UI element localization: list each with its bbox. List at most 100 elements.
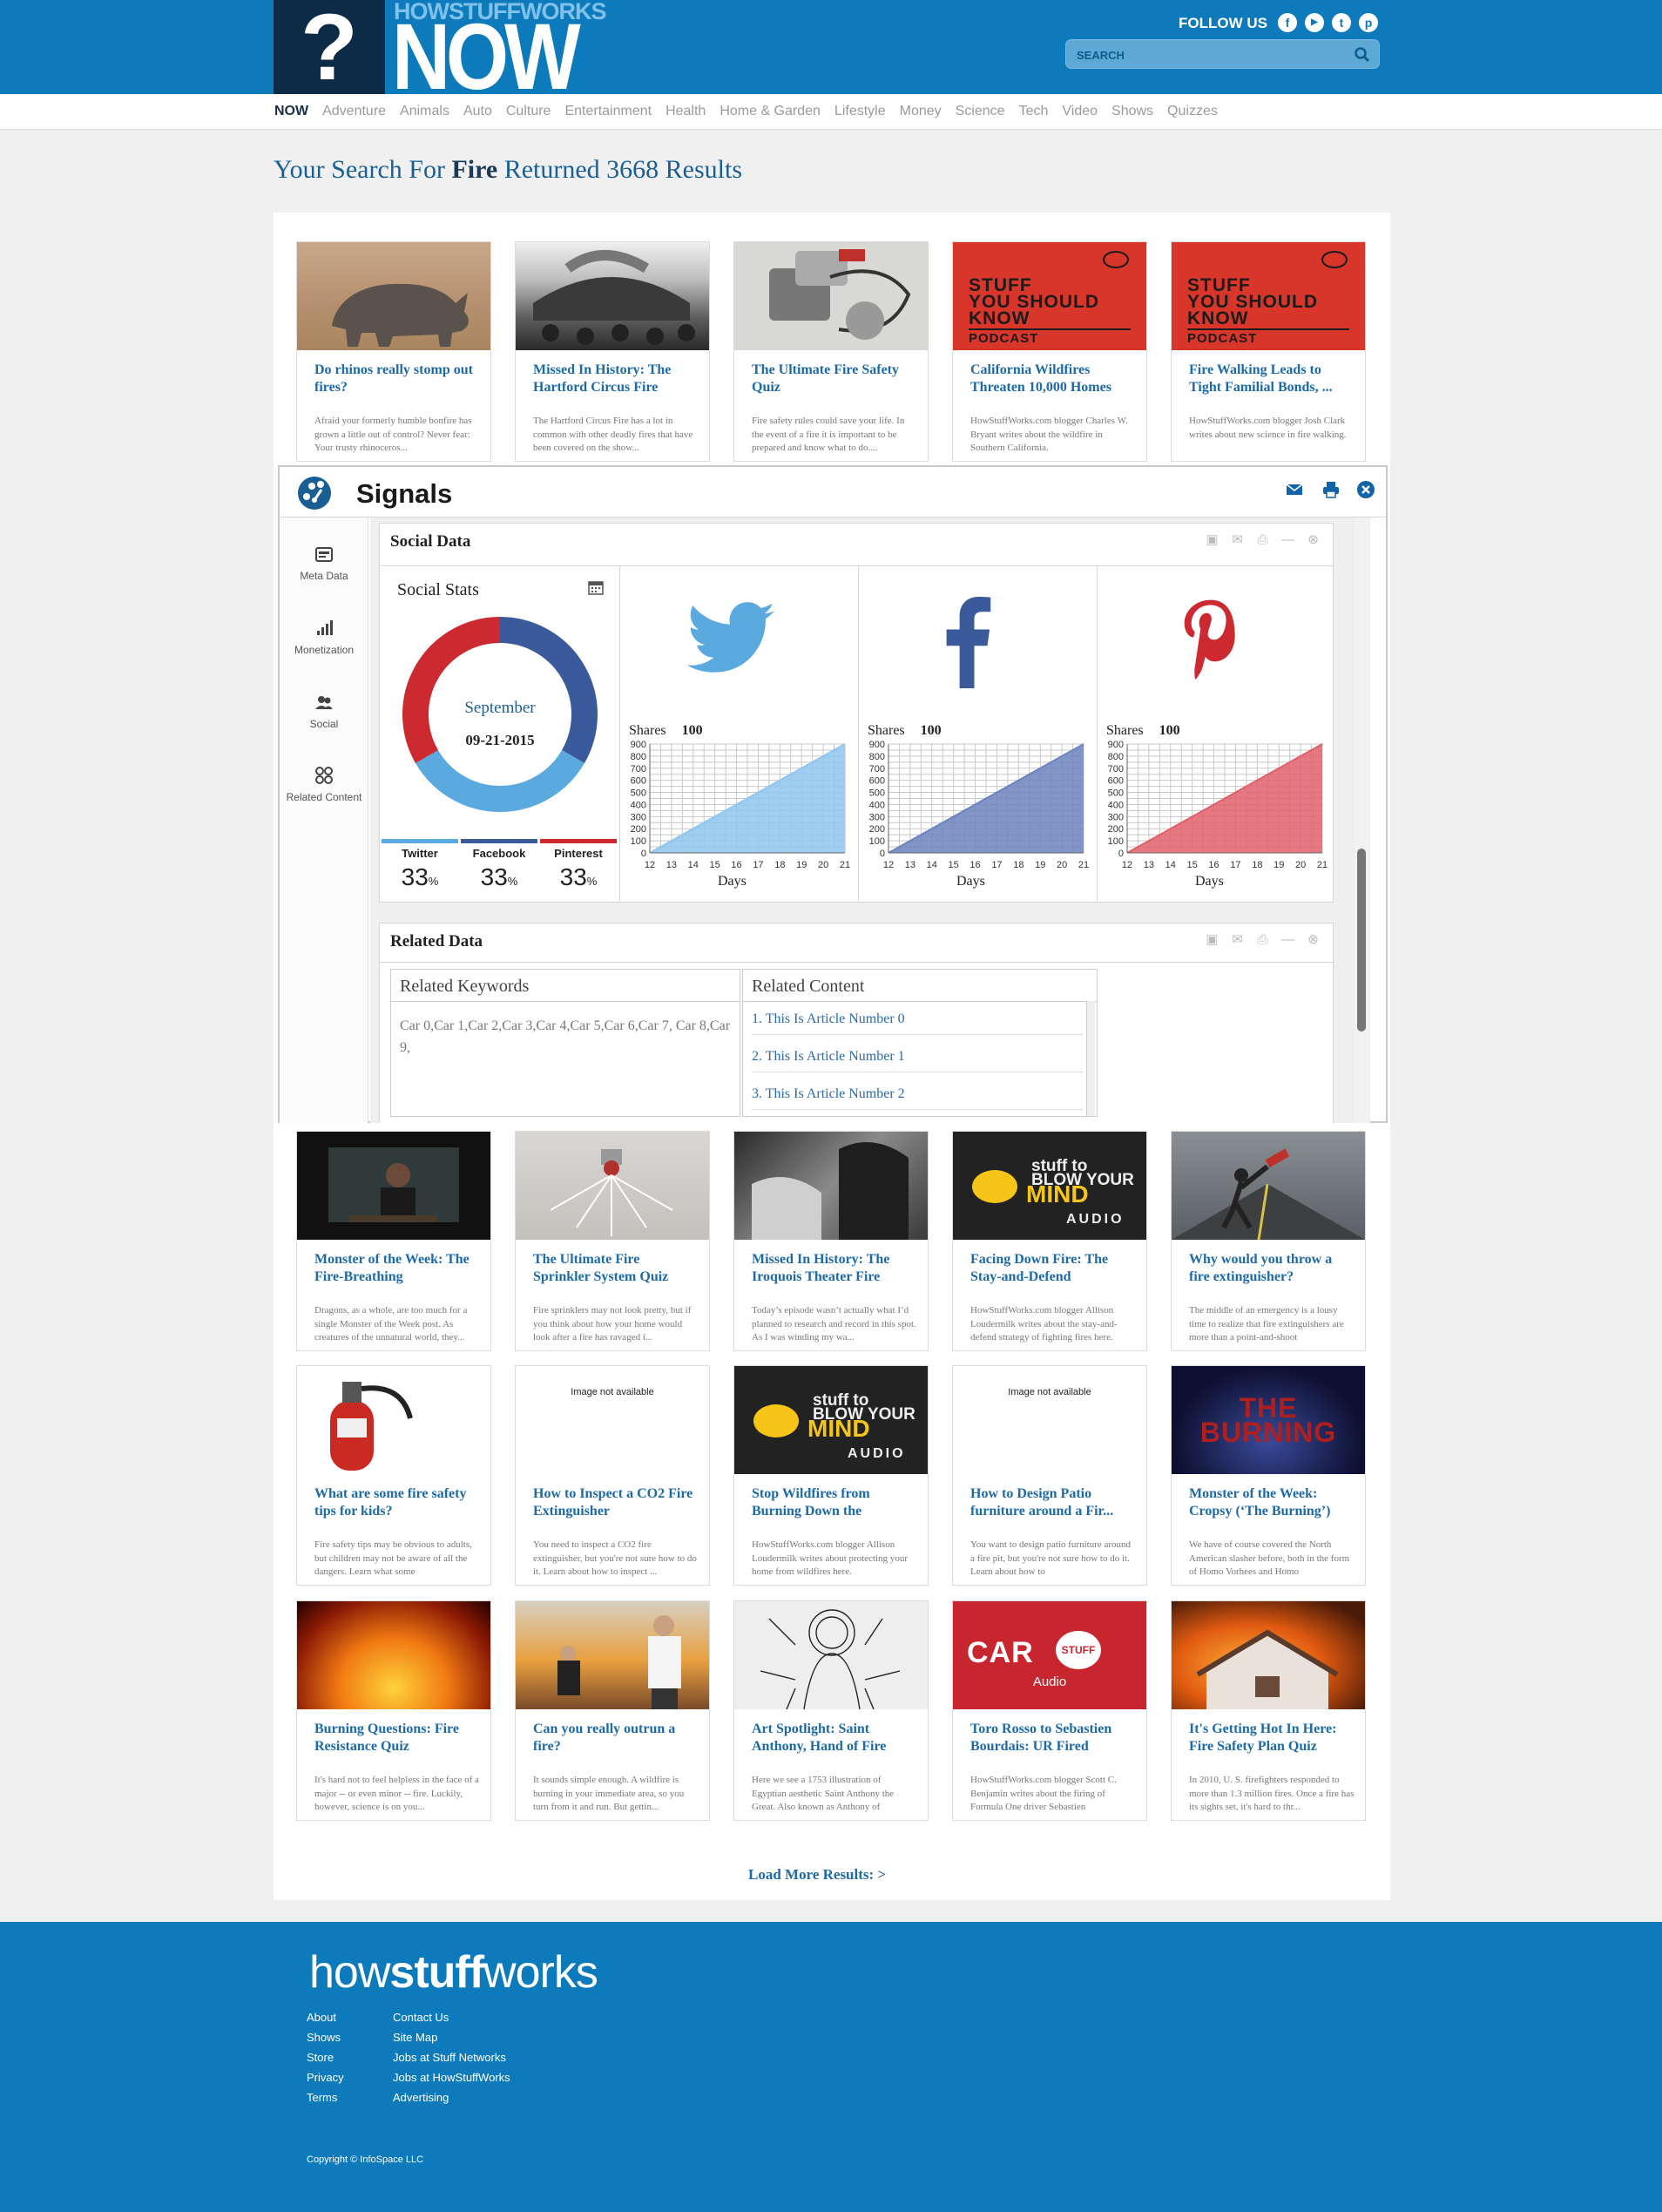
card-title[interactable]: How to Inspect a CO2 Fire Extinguisher [533,1485,699,1520]
card-title[interactable]: How to Design Patio furniture around a F… [970,1485,1136,1520]
logo-question-mark[interactable]: ? [274,0,385,94]
result-card[interactable]: Image not available How to Inspect a CO2… [515,1365,710,1586]
nav-item-home-garden[interactable]: Home & Garden [720,104,821,119]
save-icon[interactable]: ▣ [1205,532,1219,547]
nav-item-shows[interactable]: Shows [1111,104,1153,119]
footer-link-site-map[interactable]: Site Map [393,2031,437,2044]
card-title[interactable]: Monster of the Week: Cropsy (‘The Burnin… [1189,1485,1355,1520]
nav-item-health[interactable]: Health [665,104,706,119]
card-title[interactable]: What are some fire safety tips for kids? [314,1485,480,1520]
result-card[interactable]: Burning Questions: Fire Resistance Quiz … [296,1600,491,1821]
result-card[interactable]: Monster of the Week: The Fire-Breathing … [296,1131,491,1351]
card-title[interactable]: Burning Questions: Fire Resistance Quiz [314,1721,480,1755]
result-card[interactable]: Why would you throw a fire extinguisher?… [1171,1131,1366,1351]
footer-link-privacy[interactable]: Privacy [307,2071,344,2084]
sidebar-item-monetization[interactable]: Monetization [280,618,368,656]
result-card[interactable]: stuff to BLOW YOUR MIND AUDIO Facing Down… [952,1131,1147,1351]
youtube-icon[interactable]: ▶ [1305,13,1324,32]
print-icon[interactable]: ⎙ [1255,932,1270,947]
card-title[interactable]: The Ultimate Fire Safety Quiz [752,362,917,396]
result-card[interactable]: It's Getting Hot In Here: Fire Safety Pl… [1171,1600,1366,1821]
nav-item-auto[interactable]: Auto [463,104,492,119]
nav-item-culture[interactable]: Culture [506,104,551,119]
nav-item-video[interactable]: Video [1062,104,1098,119]
result-card[interactable]: THE BURNING Monster of the Week: Cropsy … [1171,1365,1366,1586]
result-card[interactable]: Art Spotlight: Saint Anthony, Hand of Fi… [733,1600,929,1821]
result-card[interactable]: STUFF YOU SHOULD KNOW PODCAST Fire Walking… [1171,241,1366,462]
search-icon[interactable] [1354,46,1371,64]
signals-scrollbar[interactable] [1355,517,1368,1123]
sidebar-item-meta-data[interactable]: Meta Data [280,544,368,582]
footer-link-terms[interactable]: Terms [307,2091,337,2104]
card-title[interactable]: California Wildfires Threaten 10,000 Hom… [970,362,1136,396]
nav-item-entertainment[interactable]: Entertainment [564,104,652,119]
card-title[interactable]: Why would you throw a fire extinguisher? [1189,1251,1355,1286]
footer-link-shows[interactable]: Shows [307,2031,341,2044]
result-card[interactable]: Image not available How to Design Patio … [952,1365,1147,1586]
car-stuff-logo: CAR [967,1636,1034,1669]
result-card[interactable]: Do rhinos really stomp out fires? Afraid… [296,241,491,462]
calendar-icon[interactable] [587,578,605,596]
card-title[interactable]: Do rhinos really stomp out fires? [314,362,480,396]
result-card[interactable]: stuff to BLOW YOUR MIND AUDIO Stop Wildfi… [733,1365,929,1586]
card-title[interactable]: Stop Wildfires from Burning Down the [752,1485,917,1520]
nav-item-science[interactable]: Science [956,104,1005,119]
load-more-link[interactable]: Load More Results: > [748,1866,886,1884]
close-icon[interactable]: ⊗ [1306,532,1321,547]
nav-item-tech[interactable]: Tech [1019,104,1049,119]
email-icon[interactable]: ✉ [1230,932,1245,947]
nav-item-money[interactable]: Money [900,104,942,119]
print-icon[interactable]: ⎙ [1255,532,1270,547]
footer-logo[interactable]: howstuffworks [309,1946,598,1999]
related-article-link[interactable]: 2. This Is Article Number 1 [752,1049,1083,1072]
print-icon[interactable] [1321,479,1341,500]
nav-item-animals[interactable]: Animals [400,104,449,119]
footer-link-jobs-stuff-networks[interactable]: Jobs at Stuff Networks [393,2051,506,2064]
nav-item-lifestyle[interactable]: Lifestyle [834,104,886,119]
result-card[interactable]: The Ultimate Fire Safety Quiz Fire safet… [733,241,929,462]
close-icon[interactable]: ⊗ [1306,932,1321,947]
card-title[interactable]: Missed In History: The Hartford Circus F… [533,362,699,396]
card-title[interactable]: Monster of the Week: The Fire-Breathing [314,1251,480,1286]
result-card[interactable]: Missed In History: The Iroquois Theater … [733,1131,929,1351]
result-card[interactable]: Can you really outrun a fire? It sounds … [515,1600,710,1821]
footer-link-jobs-hsw[interactable]: Jobs at HowStuffWorks [393,2071,510,2084]
result-card[interactable]: Missed In History: The Hartford Circus F… [515,241,710,462]
logo-now[interactable]: NOW [392,10,581,104]
nav-item-adventure[interactable]: Adventure [322,104,386,119]
nav-item-quizzes[interactable]: Quizzes [1167,104,1218,119]
related-article-link[interactable]: 1. This Is Article Number 0 [752,1011,1083,1035]
facebook-icon[interactable]: f [1278,13,1297,32]
result-card[interactable]: What are some fire safety tips for kids?… [296,1365,491,1586]
result-card[interactable]: CAR STUFF Audio Toro Rosso to Sebastien … [952,1600,1147,1821]
search-input[interactable] [1077,45,1338,64]
card-title[interactable]: Facing Down Fire: The Stay-and-Defend [970,1251,1136,1286]
footer-link-contact[interactable]: Contact Us [393,2011,449,2024]
card-title[interactable]: Toro Rosso to Sebastien Bourdais: UR Fir… [970,1721,1136,1755]
card-title[interactable]: Art Spotlight: Saint Anthony, Hand of Fi… [752,1721,917,1755]
related-scrollbar[interactable] [1086,1001,1095,1116]
scrollbar-thumb[interactable] [1357,849,1366,1032]
card-title[interactable]: Can you really outrun a fire? [533,1721,699,1755]
sidebar-item-social[interactable]: Social [280,692,368,730]
related-article-link[interactable]: 3. This Is Article Number 2 [752,1086,1083,1110]
sidebar-item-related-content[interactable]: Related Content [280,765,368,803]
pinterest-icon[interactable]: p [1359,13,1378,32]
save-icon[interactable]: ▣ [1205,932,1219,947]
card-title[interactable]: Missed In History: The Iroquois Theater … [752,1251,917,1286]
card-title[interactable]: Fire Walking Leads to Tight Familial Bon… [1189,362,1355,396]
footer-link-store[interactable]: Store [307,2051,334,2064]
email-icon[interactable]: ✉ [1230,532,1245,547]
twitter-icon[interactable]: t [1332,13,1351,32]
result-card[interactable]: The Ultimate Fire Sprinkler System Quiz … [515,1131,710,1351]
result-card[interactable]: STUFF YOU SHOULD KNOW PODCAST California W… [952,241,1147,462]
footer-link-about[interactable]: About [307,2011,336,2024]
minimize-icon[interactable]: — [1280,932,1295,947]
footer-link-advertising[interactable]: Advertising [393,2091,449,2104]
minimize-icon[interactable]: — [1280,532,1295,547]
card-title[interactable]: The Ultimate Fire Sprinkler System Quiz [533,1251,699,1286]
nav-item-now[interactable]: NOW [274,104,308,119]
close-icon[interactable] [1355,479,1376,500]
email-icon[interactable] [1284,479,1305,500]
card-title[interactable]: It's Getting Hot In Here: Fire Safety Pl… [1189,1721,1355,1755]
